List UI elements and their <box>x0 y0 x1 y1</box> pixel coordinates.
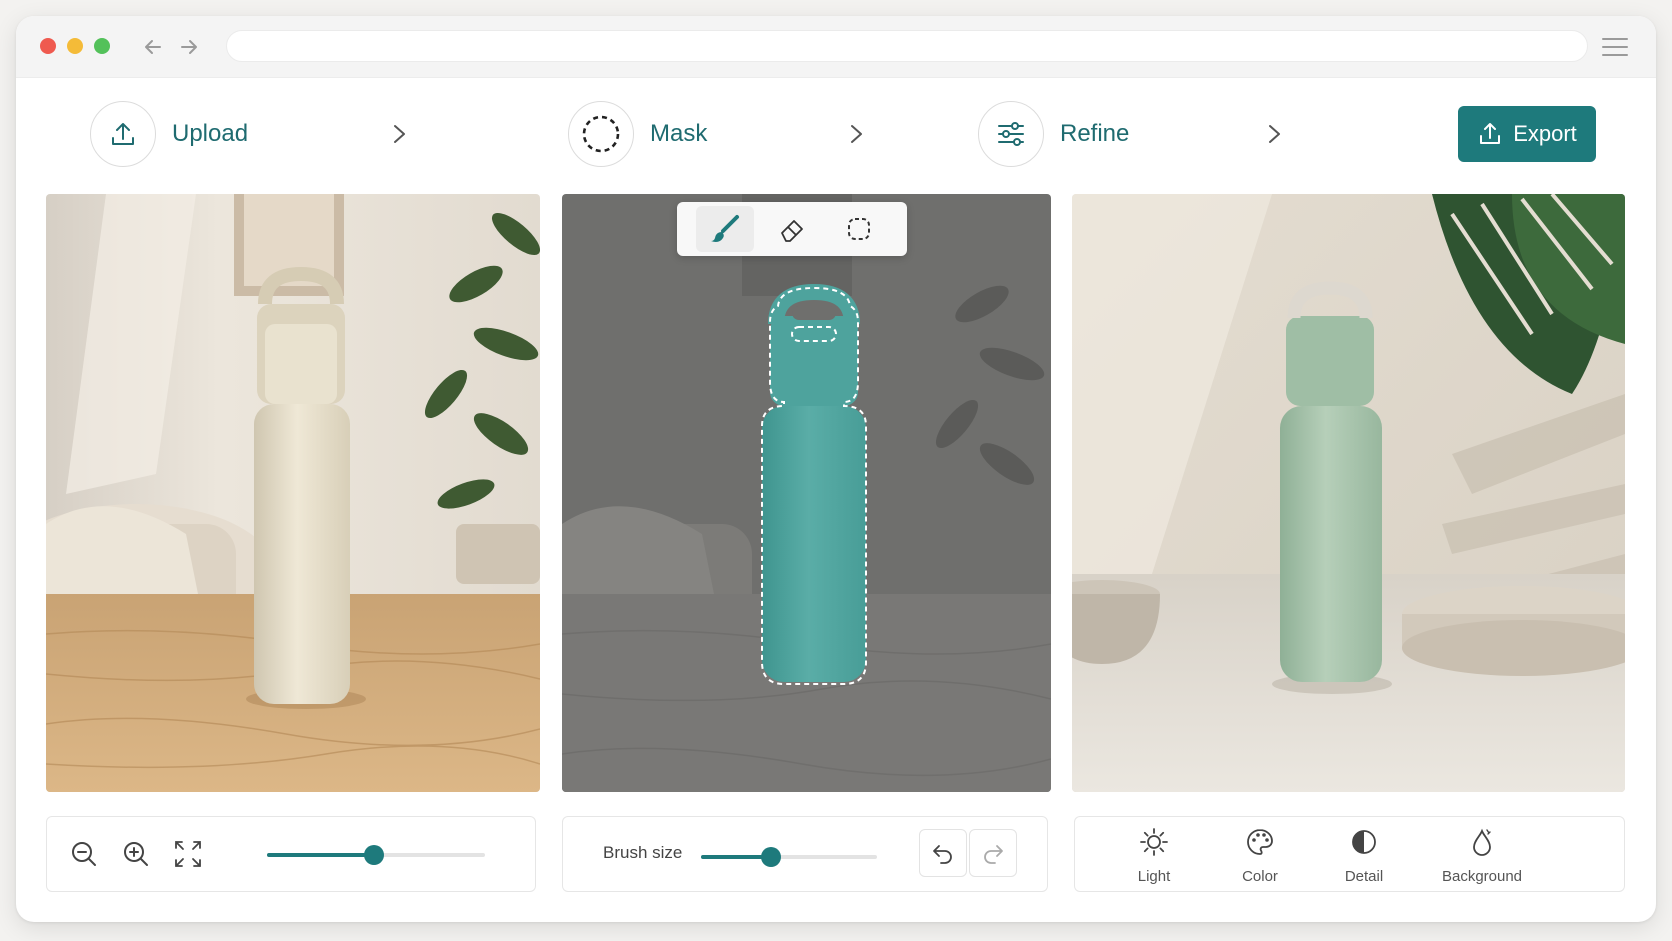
brush-controls-bar: Brush size <box>562 816 1048 892</box>
minimize-window-button[interactable] <box>67 38 83 54</box>
adjust-color-label: Color <box>1242 868 1278 885</box>
undo-icon <box>933 845 952 864</box>
original-photo <box>46 194 540 792</box>
chevron-right-icon <box>1269 125 1280 143</box>
adjustments-bar: Light Color Detail Background <box>1074 816 1625 892</box>
address-bar[interactable] <box>226 30 1588 62</box>
zoom-out-icon <box>72 842 96 866</box>
zoom-out-button[interactable] <box>67 837 101 871</box>
refined-photo <box>1072 194 1625 792</box>
app-window: Upload Mask Refine Export Brush size Lig… <box>16 16 1656 922</box>
step-upload-label: Upload <box>172 120 249 147</box>
brush-slider-knob[interactable] <box>761 847 782 867</box>
step-mask[interactable]: Mask <box>568 100 707 168</box>
zoom-slider-knob[interactable] <box>363 845 384 865</box>
redo-icon <box>984 845 1003 864</box>
zoom-in-button[interactable] <box>119 837 153 871</box>
contrast-icon <box>1352 830 1376 854</box>
export-icon <box>1480 123 1501 144</box>
dashed-circle-icon <box>582 115 620 153</box>
adjust-background-label: Background <box>1441 868 1523 885</box>
step-refine-label: Refine <box>1060 120 1130 147</box>
lasso-select-icon <box>848 218 871 240</box>
fit-screen-icon <box>175 841 201 867</box>
adjust-detail-label: Detail <box>1344 868 1384 885</box>
palette-icon <box>1247 829 1273 855</box>
step-mask-label: Mask <box>650 120 708 147</box>
mask-image-panel[interactable] <box>562 194 1051 792</box>
step-mask-circle <box>568 101 634 167</box>
export-button[interactable]: Export <box>1458 106 1596 162</box>
zoom-slider-fill <box>267 853 374 857</box>
adjust-light-button[interactable]: Light <box>1099 827 1209 885</box>
mask-photo <box>562 194 1051 792</box>
upload-icon <box>112 123 134 145</box>
close-window-button[interactable] <box>40 38 56 54</box>
refined-image-panel[interactable] <box>1072 194 1625 792</box>
brush-size-slider[interactable] <box>701 847 877 867</box>
step-upload-circle <box>90 101 156 167</box>
maximize-window-button[interactable] <box>94 38 110 54</box>
brush-tool-button[interactable] <box>695 206 754 252</box>
browser-titlebar <box>16 16 1656 78</box>
adjust-detail-button[interactable]: Detail <box>1309 827 1419 885</box>
brush-size-label: Brush size <box>603 843 683 862</box>
zoom-controls-bar <box>46 816 536 892</box>
forward-arrow-icon[interactable] <box>176 34 202 60</box>
redo-button[interactable] <box>969 829 1017 877</box>
adjust-color-button[interactable]: Color <box>1205 827 1315 885</box>
sun-icon <box>1140 828 1168 856</box>
export-label: Export <box>1513 121 1577 146</box>
back-arrow-icon[interactable] <box>140 34 166 60</box>
original-image-panel[interactable] <box>46 194 540 792</box>
chevron-right-icon <box>394 125 405 143</box>
step-refine[interactable]: Refine <box>978 100 1129 168</box>
eraser-icon <box>781 220 803 242</box>
adjust-background-button[interactable]: Background <box>1427 827 1537 885</box>
hamburger-menu-icon[interactable] <box>1600 34 1630 60</box>
lasso-tool-button[interactable] <box>830 206 888 252</box>
brush-icon <box>710 215 739 242</box>
droplet-icon <box>1473 828 1491 856</box>
undo-button[interactable] <box>919 829 967 877</box>
step-upload[interactable]: Upload <box>90 100 248 168</box>
zoom-slider[interactable] <box>267 845 485 865</box>
chevron-right-icon <box>851 125 862 143</box>
sliders-icon <box>998 122 1024 146</box>
step-refine-circle <box>978 101 1044 167</box>
eraser-tool-button[interactable] <box>763 206 821 252</box>
zoom-in-icon <box>124 842 148 866</box>
mask-tools-toolbar <box>677 202 907 256</box>
fit-screen-button[interactable] <box>171 837 205 871</box>
adjust-light-label: Light <box>1137 868 1171 885</box>
